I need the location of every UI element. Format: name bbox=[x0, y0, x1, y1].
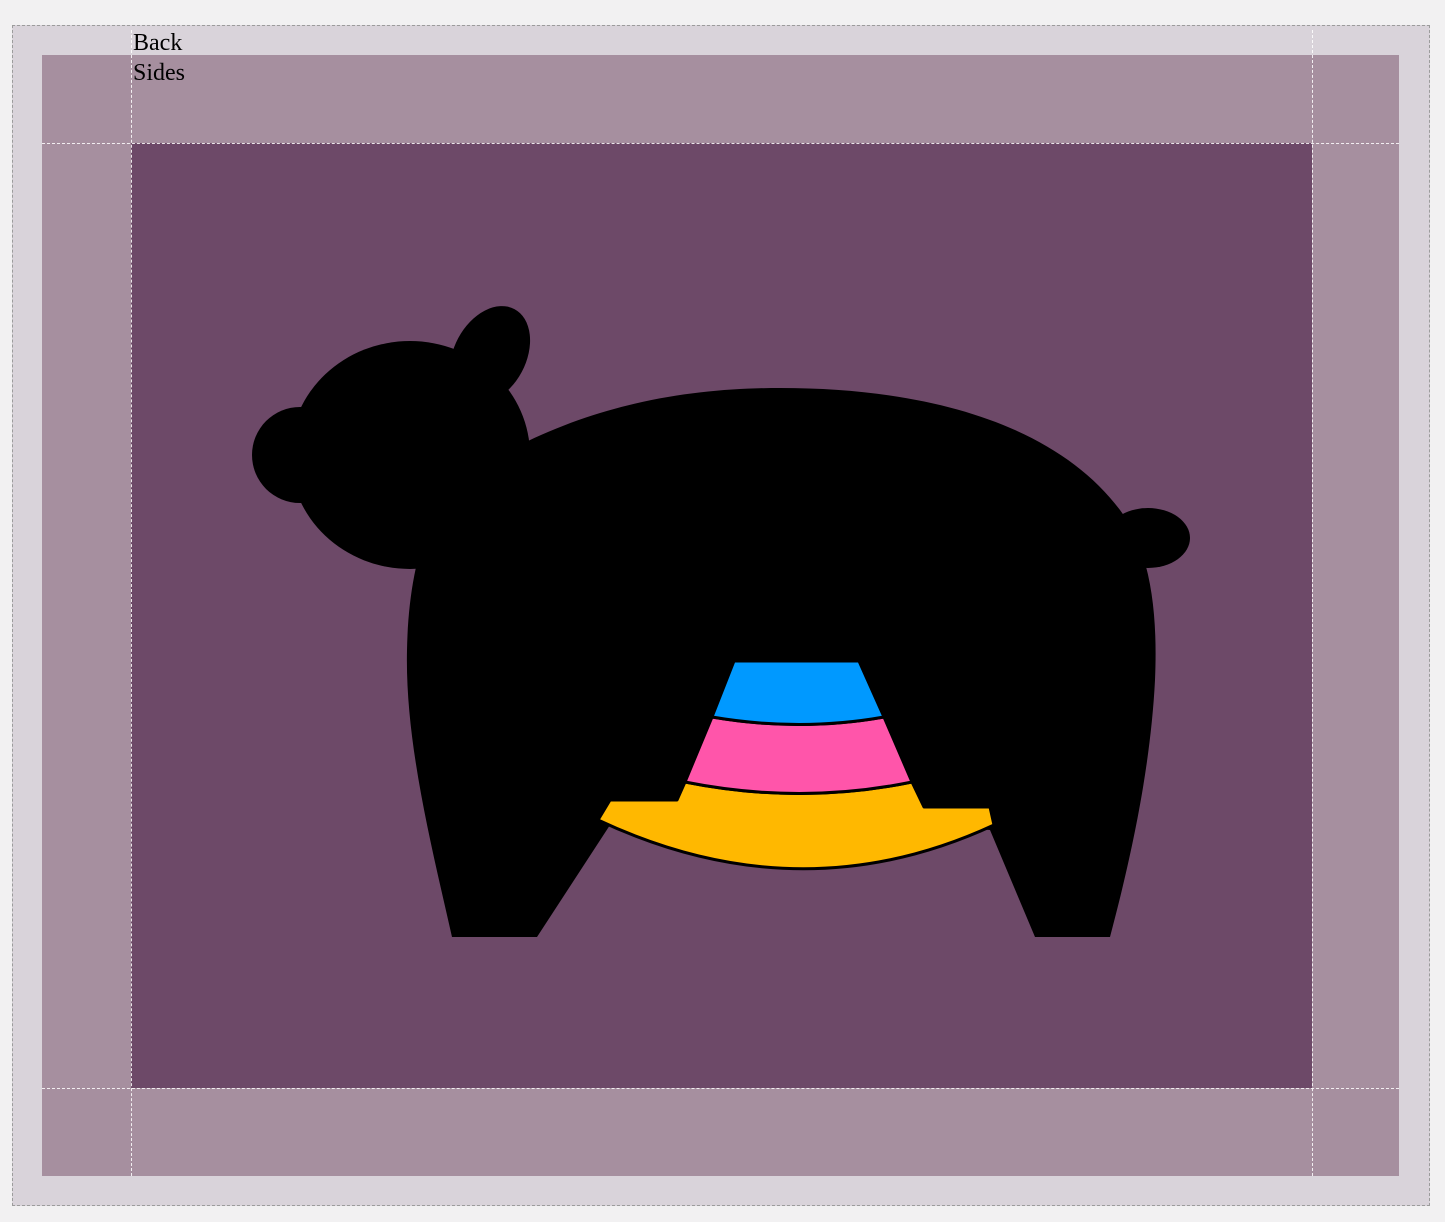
stripe-pink bbox=[683, 715, 914, 795]
bear-silhouette-icon bbox=[252, 306, 1190, 937]
stripe-blue bbox=[710, 659, 886, 726]
